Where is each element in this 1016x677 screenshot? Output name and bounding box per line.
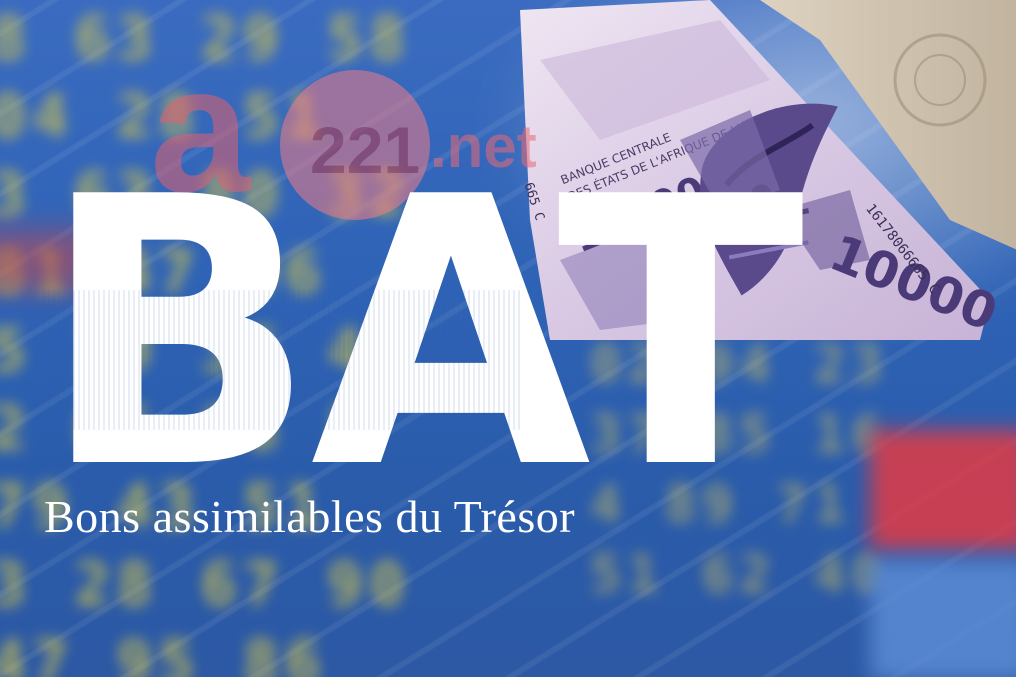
ticker-row: 51 62 40 [590, 545, 889, 605]
ticker-blue-cell [870, 560, 1016, 677]
ticker-row: 3 28 67 90 [0, 550, 412, 620]
ticker-row: 47 95 86 [0, 628, 327, 677]
page-subtitle: Bons assimilables du Trésor [44, 491, 576, 542]
ticker-red-cell [870, 430, 1016, 550]
title-glitch-effect [40, 290, 520, 430]
banner: 8 63 29 58 04 28 51 3 63 80 32 81 47 96 … [0, 0, 1016, 677]
